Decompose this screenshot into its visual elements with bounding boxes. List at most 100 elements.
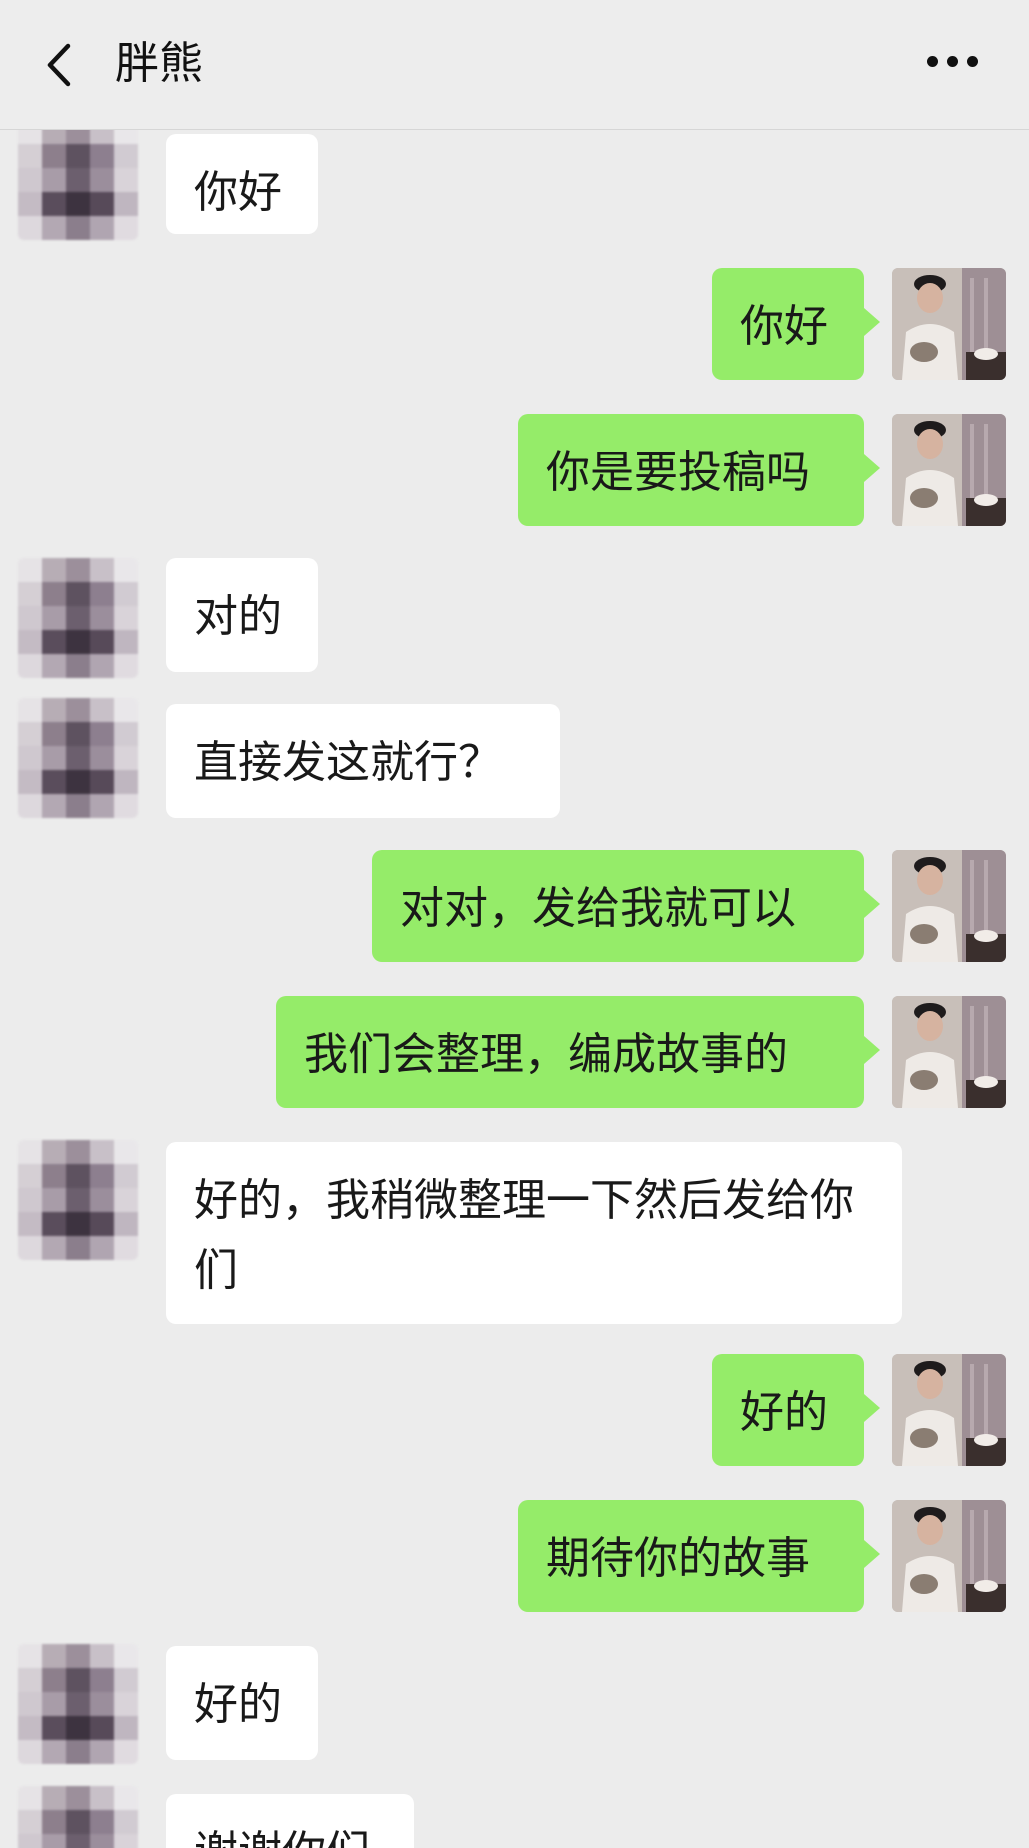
avatar-mosaic-tile — [90, 1212, 114, 1236]
my-avatar[interactable] — [892, 1500, 1006, 1612]
contact-avatar[interactable] — [18, 558, 138, 678]
avatar-mosaic-tile — [66, 746, 90, 770]
avatar-mosaic-tile — [66, 1834, 90, 1848]
avatar-mosaic-tile — [18, 654, 42, 678]
contact-avatar[interactable] — [18, 1786, 138, 1848]
avatar-mosaic-tile — [66, 794, 90, 818]
avatar-mosaic-tile — [42, 1834, 66, 1848]
avatar-mosaic-tile — [18, 1716, 42, 1740]
incoming-message[interactable]: 你好 — [166, 134, 318, 234]
person-photo-icon — [892, 1500, 1006, 1612]
avatar-mosaic-tile — [114, 746, 138, 770]
avatar-mosaic-tile — [66, 770, 90, 794]
avatar-mosaic-tile — [18, 722, 42, 746]
avatar-mosaic-tile — [66, 1188, 90, 1212]
avatar-mosaic-tile — [42, 1140, 66, 1164]
avatar-mosaic-tile — [90, 168, 114, 192]
avatar-mosaic-tile — [66, 1740, 90, 1764]
incoming-message[interactable]: 对的 — [166, 558, 318, 672]
avatar-mosaic-tile — [42, 722, 66, 746]
avatar-mosaic-tile — [66, 1692, 90, 1716]
my-avatar[interactable] — [892, 850, 1006, 962]
avatar-mosaic-tile — [66, 654, 90, 678]
avatar-mosaic-tile — [18, 746, 42, 770]
more-dots-icon[interactable] — [927, 56, 979, 68]
avatar-mosaic-tile — [114, 1786, 138, 1810]
avatar-mosaic-tile — [90, 558, 114, 582]
chevron-left-icon[interactable] — [40, 40, 80, 90]
avatar-mosaic-tile — [66, 1786, 90, 1810]
avatar-mosaic-tile — [90, 144, 114, 168]
avatar-mosaic-tile — [42, 582, 66, 606]
contact-avatar[interactable] — [18, 698, 138, 818]
contact-avatar[interactable] — [18, 1644, 138, 1764]
avatar-mosaic-tile — [42, 1164, 66, 1188]
avatar-mosaic-tile — [18, 630, 42, 654]
avatar-mosaic-tile — [90, 794, 114, 818]
avatar-mosaic-tile — [114, 1716, 138, 1740]
outgoing-message[interactable]: 好的 — [712, 1354, 880, 1466]
avatar-mosaic-tile — [42, 130, 66, 144]
avatar-mosaic-tile — [114, 1188, 138, 1212]
incoming-message[interactable]: 好的 — [166, 1646, 318, 1760]
avatar-mosaic-tile — [114, 698, 138, 722]
avatar-mosaic-tile — [90, 1668, 114, 1692]
person-photo-icon — [892, 414, 1006, 526]
my-avatar[interactable] — [892, 1354, 1006, 1466]
avatar-mosaic-tile — [90, 1810, 114, 1834]
avatar-mosaic-tile — [90, 1644, 114, 1668]
avatar-mosaic-tile — [42, 606, 66, 630]
avatar-mosaic-tile — [42, 630, 66, 654]
avatar-mosaic-tile — [66, 582, 90, 606]
avatar-mosaic-tile — [90, 654, 114, 678]
avatar-mosaic-tile — [66, 1716, 90, 1740]
avatar-mosaic-tile — [114, 722, 138, 746]
avatar-mosaic-tile — [90, 630, 114, 654]
avatar-mosaic-tile — [114, 1834, 138, 1848]
avatar-mosaic-tile — [66, 1212, 90, 1236]
avatar-mosaic-tile — [66, 558, 90, 582]
contact-avatar[interactable] — [18, 130, 138, 240]
avatar-mosaic-tile — [66, 168, 90, 192]
my-avatar[interactable] — [892, 268, 1006, 380]
my-avatar[interactable] — [892, 414, 1006, 526]
contact-avatar[interactable] — [18, 1140, 138, 1260]
outgoing-message[interactable]: 期待你的故事 — [518, 1500, 880, 1612]
message-list[interactable]: 你好 你好 你是要投稿吗 对的 直接发这就行？ 对对，发给我就可以 我们会整理，… — [0, 130, 1029, 1848]
incoming-message[interactable]: 谢谢你们 — [166, 1794, 414, 1848]
avatar-mosaic-tile — [66, 192, 90, 216]
avatar-mosaic-tile — [42, 1810, 66, 1834]
avatar-mosaic-tile — [66, 630, 90, 654]
outgoing-message[interactable]: 对对，发给我就可以 — [372, 850, 880, 962]
person-photo-icon — [892, 1354, 1006, 1466]
avatar-mosaic-tile — [18, 582, 42, 606]
incoming-message[interactable]: 好的，我稍微整理一下然后发给你们 — [166, 1142, 902, 1324]
avatar-mosaic-tile — [66, 1644, 90, 1668]
outgoing-message[interactable]: 我们会整理，编成故事的 — [276, 996, 880, 1108]
avatar-mosaic-tile — [18, 1740, 42, 1764]
avatar-mosaic-tile — [42, 794, 66, 818]
avatar-mosaic-tile — [90, 130, 114, 144]
avatar-mosaic-tile — [66, 1140, 90, 1164]
avatar-mosaic-tile — [42, 1740, 66, 1764]
avatar-mosaic-tile — [42, 770, 66, 794]
avatar-mosaic-tile — [90, 1236, 114, 1260]
avatar-mosaic-tile — [42, 144, 66, 168]
avatar-mosaic-tile — [90, 216, 114, 240]
avatar-mosaic-tile — [18, 1786, 42, 1810]
avatar-mosaic-tile — [42, 746, 66, 770]
avatar-mosaic-tile — [66, 1668, 90, 1692]
my-avatar[interactable] — [892, 996, 1006, 1108]
avatar-mosaic-tile — [18, 606, 42, 630]
incoming-message[interactable]: 直接发这就行？ — [166, 704, 560, 818]
avatar-mosaic-tile — [18, 1140, 42, 1164]
outgoing-message[interactable]: 你是要投稿吗 — [518, 414, 880, 526]
avatar-mosaic-tile — [18, 770, 42, 794]
avatar-mosaic-tile — [114, 1692, 138, 1716]
avatar-mosaic-tile — [114, 216, 138, 240]
person-photo-icon — [892, 850, 1006, 962]
outgoing-message[interactable]: 你好 — [712, 268, 880, 380]
avatar-mosaic-tile — [66, 1236, 90, 1260]
avatar-mosaic-tile — [42, 698, 66, 722]
avatar-mosaic-tile — [66, 722, 90, 746]
